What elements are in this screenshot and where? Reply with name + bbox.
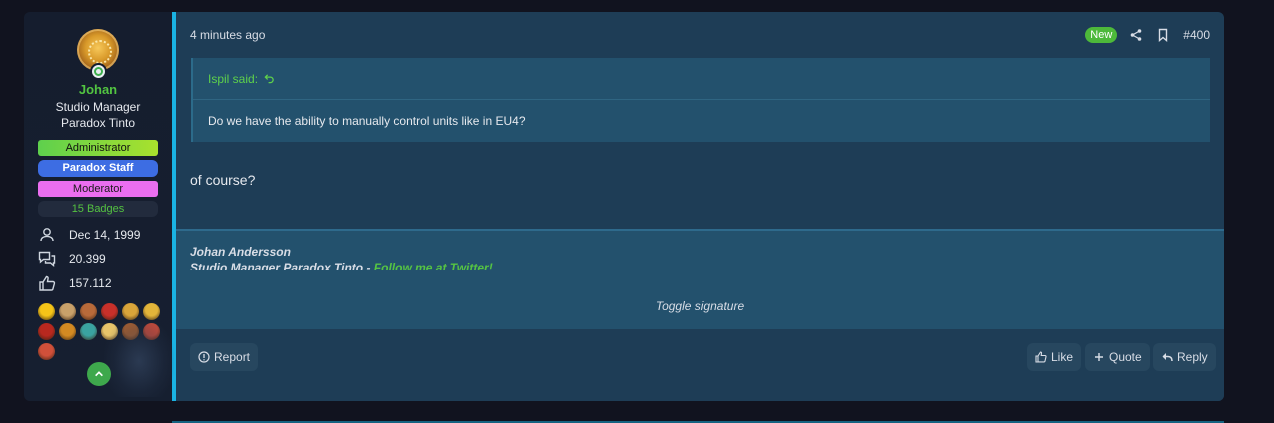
user-sidebar: Johan Studio Manager Paradox Tinto Admin… [24,12,174,401]
user-icon [40,228,54,242]
trophy-icon[interactable] [38,343,55,360]
signature-text: Johan Andersson Studio Manager Paradox T… [176,231,1224,270]
user-title-line2: Paradox Tinto [60,116,136,130]
trophy-icon[interactable] [38,303,55,320]
user-title-line1: Studio Manager [55,100,141,114]
signature-block: Johan Andersson Studio Manager Paradox T… [176,229,1224,329]
quote-text: Do we have the ability to manually contr… [208,114,526,128]
stat-messages: 20.399 [24,247,172,271]
plus-icon [1095,353,1103,361]
like-button[interactable]: Like [1027,343,1082,371]
stat-reactions: 157.112 [24,271,172,295]
banner-moderator: Moderator [38,181,158,197]
toggle-signature-button[interactable]: Toggle signature [176,299,1224,313]
user-stats: Dec 14, 1999 20.399 157.112 [24,223,172,295]
forum-post: Johan Studio Manager Paradox Tinto Admin… [24,12,1224,401]
share-icon[interactable] [1129,28,1143,42]
quote-header[interactable]: Ispil said: [193,58,1210,100]
reply-icon [1162,353,1173,362]
bookmark-icon[interactable] [1156,28,1170,42]
joined-date: Dec 14, 1999 [69,228,141,242]
post-number[interactable]: #400 [1183,28,1210,42]
report-label: Report [214,350,251,364]
reply-label: Reply [1177,350,1208,364]
report-icon [198,351,210,363]
reaction-count: 157.112 [69,276,112,290]
post-header: 4 minutes ago New #400 [176,12,1224,58]
go-to-quote-icon[interactable] [264,73,275,84]
new-badge: New [1085,27,1118,43]
signature-line2: Studio Manager Paradox Tinto - Follow me… [190,260,1224,270]
thumbs-up-icon [1035,351,1047,363]
stat-joined: Dec 14, 1999 [24,223,172,247]
report-button[interactable]: Report [190,343,259,371]
user-title: Studio Manager Paradox Tinto [24,99,172,131]
quote-label: Quote [1109,350,1142,364]
post-header-actions: New #400 [1085,27,1210,43]
like-label: Like [1051,350,1074,364]
online-status-icon [90,63,107,80]
username[interactable]: Johan [24,82,172,97]
thumbs-up-icon [39,275,56,291]
quote-block: Ispil said: Do we have the ability to ma… [191,58,1210,142]
post-footer: Report Like Quote Reply [176,329,1224,401]
banner-paradox-staff: Paradox Staff [38,160,158,177]
reply-button[interactable]: Reply [1153,343,1216,371]
post-time[interactable]: 4 minutes ago [190,28,265,42]
quote-button[interactable]: Quote [1085,343,1150,371]
badges-link[interactable]: 15 Badges [38,201,158,217]
banner-administrator: Administrator [38,140,158,156]
quote-author[interactable]: Ispil said: [208,72,258,86]
decorative-background-image [104,317,174,397]
comments-icon [38,251,56,267]
trophy-icon[interactable] [80,323,97,340]
post-message: of course? [190,172,256,188]
trophy-icon[interactable] [59,323,76,340]
chevron-up-icon [95,371,103,377]
post-main: 4 minutes ago New #400 Ispil said: Do we… [176,12,1224,401]
signature-subtitle: Studio Manager Paradox Tinto - [190,261,374,270]
scroll-top-button[interactable] [87,362,111,386]
trophy-icon[interactable] [38,323,55,340]
trophy-icon[interactable] [59,303,76,320]
signature-name: Johan Andersson [190,245,291,259]
twitter-link[interactable]: Follow me at Twitter! [374,261,493,270]
trophy-icon[interactable] [80,303,97,320]
message-count: 20.399 [69,252,106,266]
